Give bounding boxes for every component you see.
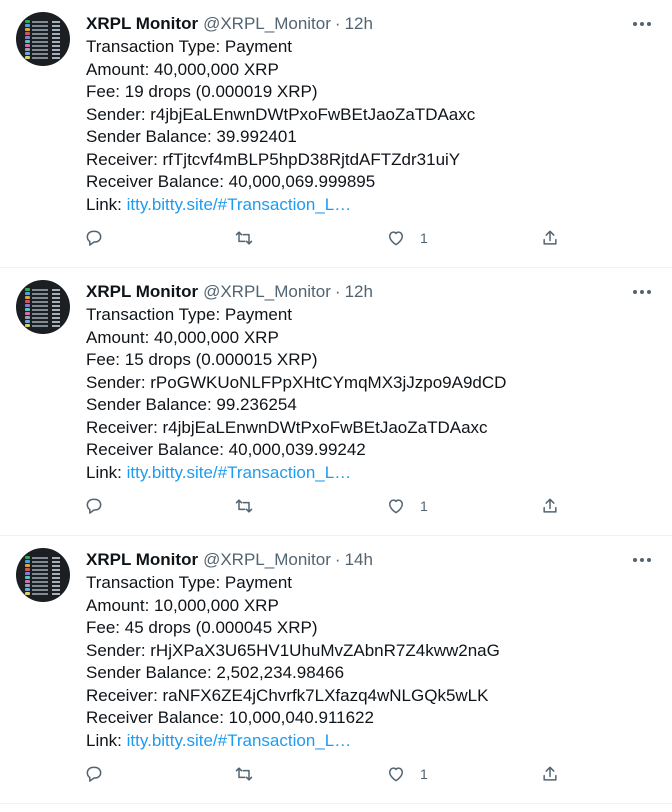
timestamp[interactable]: 12h: [345, 280, 373, 304]
retweet-button[interactable]: [234, 228, 254, 248]
avatar[interactable]: [16, 548, 70, 602]
reply-button[interactable]: [84, 764, 104, 784]
retweet-icon: [235, 499, 253, 513]
tweet-content: XRPL Monitor @XRPL_Monitor · 14h Transac…: [86, 548, 652, 752]
author-handle[interactable]: @XRPL_Monitor: [203, 280, 331, 304]
share-icon: [543, 230, 557, 245]
share-button[interactable]: [540, 496, 560, 516]
like-count: 1: [420, 766, 428, 782]
share-icon: [543, 766, 557, 781]
tweet-link-line: Link: itty.bitty.site/#Transaction_L…: [86, 194, 652, 217]
tweet-text-line: Amount: 10,000,000 XRP: [86, 595, 279, 615]
author-name[interactable]: XRPL Monitor: [86, 280, 198, 304]
tweet-text-line: Sender Balance: 39.992401: [86, 127, 297, 146]
tweet-text-line: Amount: 40,000,000 XRP: [86, 59, 279, 79]
tweet-text-line: Transaction Type: Payment: [86, 305, 292, 324]
like-count: 1: [420, 230, 428, 246]
tweet-text-line: Fee: 45 drops (0.000045 XRP): [86, 618, 318, 637]
link-label: Link:: [86, 462, 127, 482]
share-button[interactable]: [540, 764, 560, 784]
tweet-content: XRPL Monitor @XRPL_Monitor · 12h Transac…: [86, 280, 652, 484]
like-button[interactable]: 1: [386, 764, 428, 784]
tweet-link-line: Link: itty.bitty.site/#Transaction_L…: [86, 462, 652, 485]
avatar[interactable]: [16, 280, 70, 334]
tweet-text-line: Amount: 40,000,000 XRP: [86, 327, 279, 347]
retweet-button[interactable]: [234, 764, 254, 784]
tweet-text-line: Sender: rHjXPaX3U65HV1UhuMvZAbnR7Z4kww2n…: [86, 640, 500, 660]
author-name[interactable]: XRPL Monitor: [86, 12, 198, 36]
author-handle[interactable]: @XRPL_Monitor: [203, 548, 331, 572]
like-button[interactable]: 1: [386, 496, 428, 516]
tweet-text-line: Fee: 15 drops (0.000015 XRP): [86, 350, 318, 369]
more-icon[interactable]: [630, 282, 654, 302]
reply-button[interactable]: [84, 228, 104, 248]
tweet-header: XRPL Monitor @XRPL_Monitor · 14h: [86, 548, 652, 572]
tweet-text-line: Receiver Balance: 10,000,040.911622: [86, 708, 374, 727]
reply-icon: [86, 498, 102, 514]
link-label: Link:: [86, 194, 127, 214]
tweet-actions: 1: [84, 764, 564, 792]
retweet-button[interactable]: [234, 496, 254, 516]
tweet-text-line: Receiver Balance: 40,000,069.999895: [86, 172, 376, 191]
tweet-text-line: Fee: 19 drops (0.000019 XRP): [86, 82, 318, 101]
tweet-text-line: Receiver: r4jbjEaLEnwnDWtPxoFwBEtJaoZaTD…: [86, 417, 488, 437]
tweet-actions: 1: [84, 228, 564, 256]
tweet-text-line: Sender: rPoGWKUoNLFPpXHtCYmqMX3jJzpo9A9d…: [86, 372, 507, 392]
link-label: Link:: [86, 730, 127, 750]
like-icon: [389, 231, 403, 246]
separator: ·: [334, 550, 341, 569]
tweet-content: XRPL Monitor @XRPL_Monitor · 12h Transac…: [86, 12, 652, 216]
share-button[interactable]: [540, 228, 560, 248]
reply-icon: [86, 766, 102, 782]
timestamp[interactable]: 14h: [345, 548, 373, 572]
tweet[interactable]: XRPL Monitor @XRPL_Monitor · 14h Transac…: [0, 536, 672, 804]
tweet-text-line: Receiver: rfTjtcvf4mBLP5hpD38RjtdAFTZdr3…: [86, 149, 461, 169]
separator: ·: [334, 14, 341, 33]
tweet-text-line: Transaction Type: Payment: [86, 37, 292, 56]
tweet-header: XRPL Monitor @XRPL_Monitor · 12h: [86, 280, 652, 304]
author-name[interactable]: XRPL Monitor: [86, 548, 198, 572]
retweet-icon: [235, 767, 253, 781]
tweet-text-line: Sender Balance: 99.236254: [86, 395, 297, 414]
like-count: 1: [420, 498, 428, 514]
reply-button[interactable]: [84, 496, 104, 516]
tweet-text-line: Sender: r4jbjEaLEnwnDWtPxoFwBEtJaoZaTDAa…: [86, 104, 476, 124]
tweet-actions: 1: [84, 496, 564, 524]
author-handle[interactable]: @XRPL_Monitor: [203, 12, 331, 36]
like-icon: [389, 767, 403, 782]
tweet-feed: XRPL Monitor @XRPL_Monitor · 12h Transac…: [0, 0, 672, 804]
tweet[interactable]: XRPL Monitor @XRPL_Monitor · 12h Transac…: [0, 268, 672, 536]
like-button[interactable]: 1: [386, 228, 428, 248]
tweet-text-line: Receiver Balance: 40,000,039.99242: [86, 440, 366, 459]
transaction-link[interactable]: itty.bitty.site/#Transaction_L…: [127, 195, 352, 214]
transaction-link[interactable]: itty.bitty.site/#Transaction_L…: [127, 731, 352, 750]
share-icon: [543, 498, 557, 513]
avatar[interactable]: [16, 12, 70, 66]
tweet-header: XRPL Monitor @XRPL_Monitor · 12h: [86, 12, 652, 36]
timestamp[interactable]: 12h: [345, 12, 373, 36]
tweet-text-line: Transaction Type: Payment: [86, 573, 292, 592]
like-icon: [389, 499, 403, 514]
tweet-text-line: Receiver: raNFX6ZE4jChvrfk7LXfazq4wNLGQk…: [86, 685, 489, 705]
tweet[interactable]: XRPL Monitor @XRPL_Monitor · 12h Transac…: [0, 0, 672, 268]
more-icon[interactable]: [630, 14, 654, 34]
tweet-text-line: Sender Balance: 2,502,234.98466: [86, 663, 345, 682]
tweet-link-line: Link: itty.bitty.site/#Transaction_L…: [86, 730, 652, 753]
retweet-icon: [235, 231, 253, 245]
transaction-link[interactable]: itty.bitty.site/#Transaction_L…: [127, 463, 352, 482]
reply-icon: [86, 230, 102, 246]
separator: ·: [334, 282, 341, 301]
more-icon[interactable]: [630, 550, 654, 570]
